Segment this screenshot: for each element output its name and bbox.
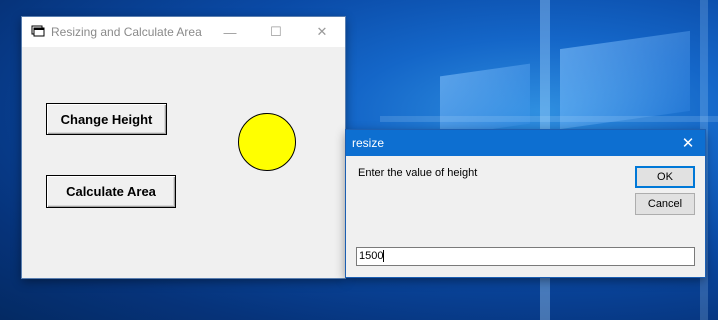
minimize-button[interactable]: — (207, 17, 253, 47)
dialog-close-button[interactable]: ✕ (671, 130, 705, 156)
main-window-titlebar[interactable]: Resizing and Calculate Area — ☐ ✕ (22, 17, 345, 47)
main-window: Resizing and Calculate Area — ☐ ✕ Change… (22, 17, 345, 278)
close-icon: ✕ (316, 24, 328, 39)
height-input-value: 1500 (359, 250, 384, 262)
cancel-button[interactable]: Cancel (635, 193, 695, 215)
close-button[interactable]: ✕ (299, 17, 345, 47)
minimize-icon: — (223, 24, 237, 40)
resize-dialog: resize ✕ Enter the value of height OK Ca… (346, 130, 705, 277)
dialog-title: resize (352, 136, 385, 150)
window-title: Resizing and Calculate Area (51, 25, 202, 39)
change-height-button[interactable]: Change Height (46, 103, 167, 135)
height-input[interactable]: 1500 (356, 247, 695, 266)
dialog-prompt: Enter the value of height (358, 167, 478, 179)
maximize-button[interactable]: ☐ (253, 17, 299, 47)
text-caret (383, 250, 385, 263)
yellow-circle-shape (238, 113, 296, 171)
calculate-area-button[interactable]: Calculate Area (46, 175, 176, 208)
maximize-icon: ☐ (270, 24, 282, 39)
dialog-titlebar[interactable]: resize ✕ (346, 130, 705, 156)
close-icon: ✕ (681, 135, 695, 152)
app-icon (31, 25, 45, 37)
ok-button[interactable]: OK (635, 166, 695, 188)
